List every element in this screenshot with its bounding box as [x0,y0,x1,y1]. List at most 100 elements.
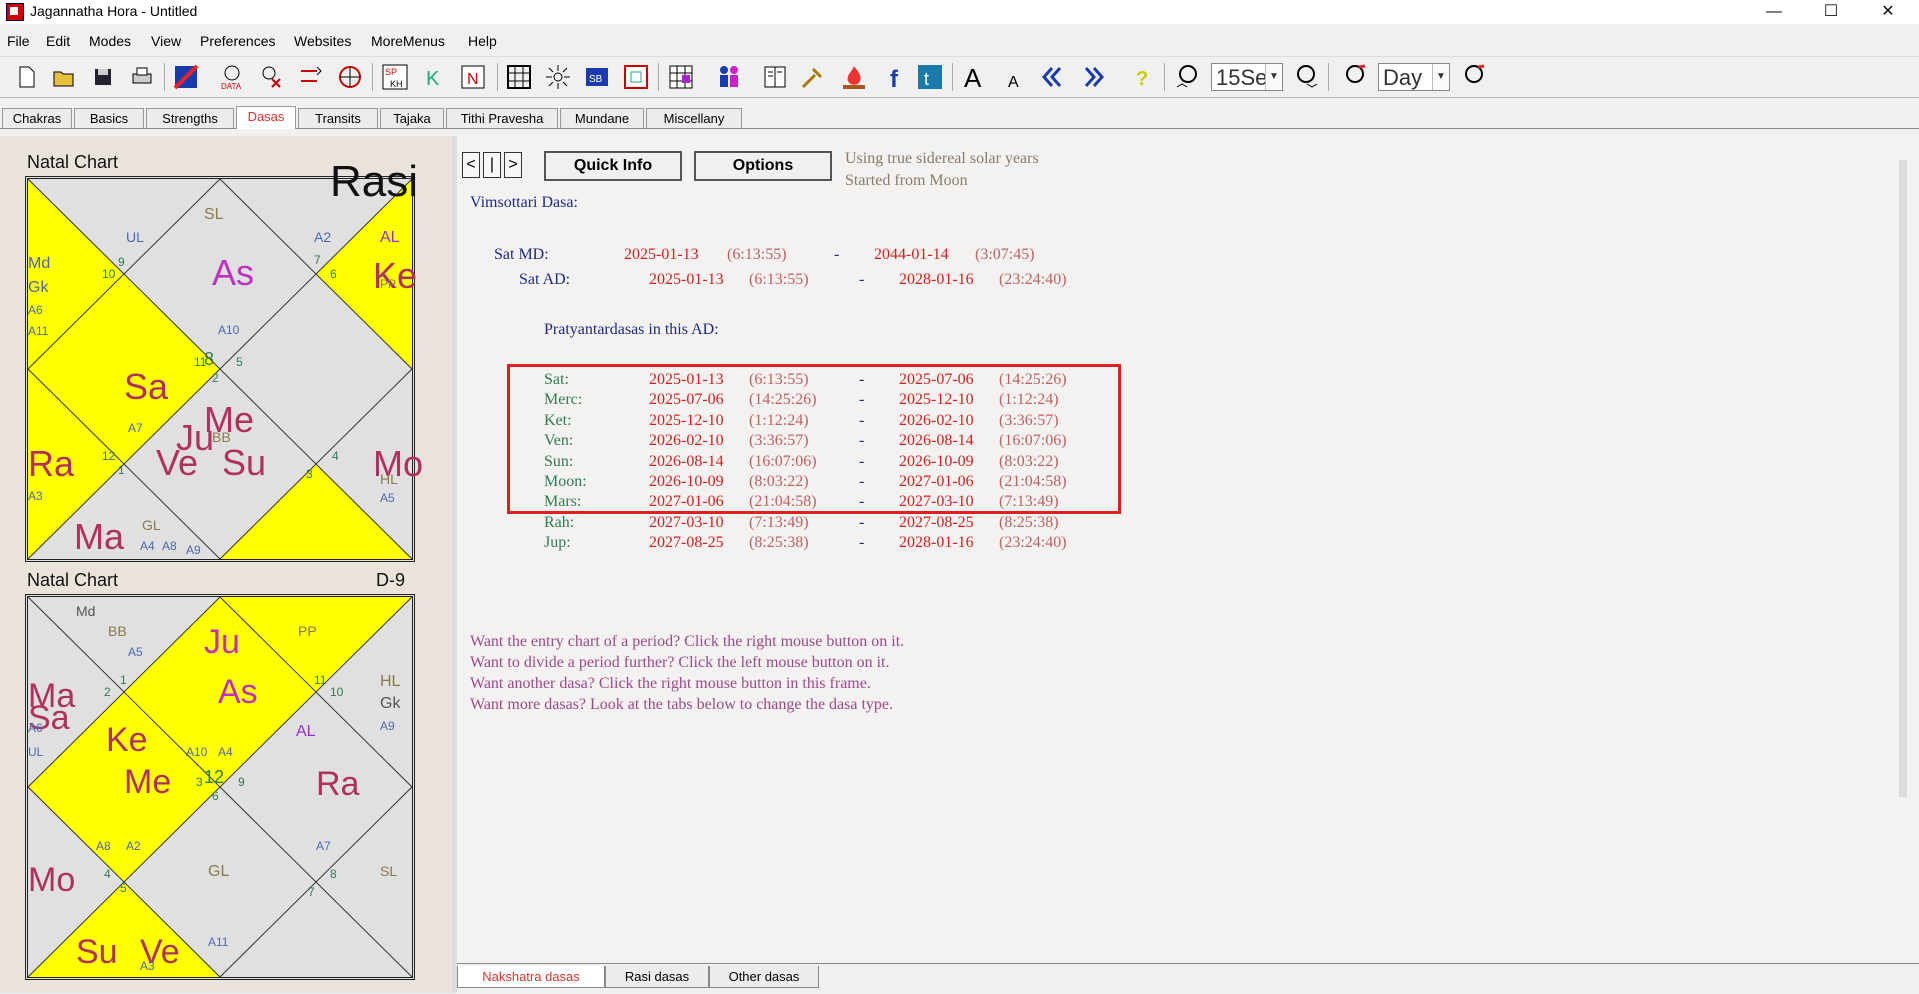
rasi-chart[interactable]: Rasi As SL Sa Ra Ma Ju Ve Me Su Mo Ke Md… [25,157,423,562]
sp-kh-icon[interactable]: SP KH [381,63,409,91]
sign-number: 10 [102,267,116,281]
window-title: Jagannatha Hora - Untitled [30,3,198,19]
label-a6: A6 [28,303,43,317]
open-folder-icon[interactable] [50,63,78,91]
clock-back-icon[interactable] [1174,63,1202,91]
menu-view[interactable]: View [151,33,181,49]
planet-ju: Ju [204,623,240,661]
navamsa-chart[interactable]: Ju As PP Md BB A5 Ma Sa A6 UL Ke Me A10 … [25,594,415,980]
current-button[interactable]: | [483,152,501,178]
event-icon[interactable] [258,63,286,91]
print-icon[interactable] [128,63,156,91]
grid-icon[interactable] [505,63,533,91]
tab-tajaka[interactable]: Tajaka [380,108,444,128]
tools-icon[interactable] [799,63,827,91]
label-a9: A9 [186,543,201,557]
sign-number: 9 [118,255,125,269]
md-end-time: (3:07:45) [975,246,1035,263]
vertical-scrollbar[interactable] [1899,160,1907,797]
tab-miscellany[interactable]: Miscellany [646,108,742,128]
label-a11: A11 [28,324,49,338]
sun-icon[interactable] [544,63,572,91]
book-icon[interactable] [761,63,789,91]
help-icon[interactable]: ? [1127,63,1155,91]
label-gk: Gk [380,695,401,712]
md-start-time: (6:13:55) [727,246,787,263]
menu-edit[interactable]: Edit [46,33,70,49]
font-larger-icon[interactable]: A [961,63,989,91]
planet-ke: Ke [106,721,148,759]
transfer-icon[interactable] [297,63,325,91]
unit-select[interactable]: Day ▼ [1378,63,1450,91]
new-file-icon[interactable] [12,63,40,91]
fire-icon[interactable] [840,63,868,91]
twitter-icon[interactable]: t [916,63,944,91]
font-smaller-icon[interactable]: A [1000,63,1028,91]
sb-icon[interactable]: SB [583,63,611,91]
label-pp: PP [380,277,397,291]
svg-text:SB: SB [589,74,603,85]
pd-label: Jup: [544,534,571,552]
tab-chakras[interactable]: Chakras [2,108,72,128]
pd-end: 2027-08-25 [899,513,974,531]
sign-number: 12 [102,449,116,463]
table-icon[interactable] [667,63,695,91]
square-icon[interactable] [622,63,650,91]
label-sl: SL [380,863,398,879]
forward-double-icon[interactable] [1080,63,1108,91]
clock-forward-icon[interactable] [1292,63,1320,91]
tab-nakshatra-dasas[interactable]: Nakshatra dasas [457,966,605,988]
transit-icon[interactable] [336,63,364,91]
main-tabs: Chakras Basics Strengths Dasas Transits … [0,104,1919,129]
facebook-icon[interactable]: f [882,63,910,91]
svg-text:K: K [426,68,440,90]
save-icon[interactable] [89,63,117,91]
tab-mundane[interactable]: Mundane [560,108,644,128]
close-button[interactable]: ✕ [1865,0,1911,24]
planet-me: Me [124,763,172,801]
chart2-label: D-9 [376,570,406,590]
sign-number: 2 [212,371,219,385]
menu-modes[interactable]: Modes [89,33,131,49]
menu-websites[interactable]: Websites [294,33,351,49]
tab-tithi-pravesha[interactable]: Tithi Pravesha [446,108,558,128]
menu-help[interactable]: Help [468,33,497,49]
label-a8: A8 [162,539,177,553]
sign-number: 7 [314,253,321,267]
menu-preferences[interactable]: Preferences [200,33,275,49]
minimize-button[interactable]: — [1751,0,1797,24]
back-double-icon[interactable] [1038,63,1066,91]
chevron-down-icon[interactable]: ▼ [1265,64,1282,90]
label-a7: A7 [128,421,143,435]
tab-basics[interactable]: Basics [74,108,144,128]
tab-strengths[interactable]: Strengths [146,108,234,128]
dasa-heading: Vimsottari Dasa: [470,194,578,211]
n-icon[interactable]: N [459,63,487,91]
tab-rasi-dasas[interactable]: Rasi dasas [605,966,709,988]
tab-other-dasas[interactable]: Other dasas [709,966,819,988]
k-icon[interactable]: K [420,63,448,91]
data-icon[interactable]: DATA [218,63,246,91]
planet-ra: Ra [316,765,360,803]
people-icon[interactable] [715,63,743,91]
title-bar: Jagannatha Hora - Untitled — ☐ ✕ [0,0,1919,24]
tab-transits[interactable]: Transits [298,108,378,128]
menu-file[interactable]: File [7,33,30,49]
ad-start-time: (6:13:55) [749,271,809,288]
menu-moremenus[interactable]: MoreMenus [371,33,445,49]
step-select[interactable]: 15Se ▼ [1211,63,1283,91]
ad-start: 2025-01-13 [649,271,724,288]
tab-dasas[interactable]: Dasas [236,106,296,129]
prev-button[interactable]: < [462,152,480,178]
time-back-icon[interactable] [1341,63,1369,91]
chart-style-icon[interactable] [172,63,200,91]
label-a3: A3 [28,489,43,503]
next-button[interactable]: > [504,152,522,178]
chevron-down-icon[interactable]: ▼ [1432,64,1449,90]
time-forward-icon[interactable] [1460,63,1488,91]
sign-number: 1 [118,463,125,477]
highlight-box [507,364,1121,514]
options-button[interactable]: Options [694,151,832,181]
quick-info-button[interactable]: Quick Info [544,151,682,181]
maximize-button[interactable]: ☐ [1808,0,1854,24]
